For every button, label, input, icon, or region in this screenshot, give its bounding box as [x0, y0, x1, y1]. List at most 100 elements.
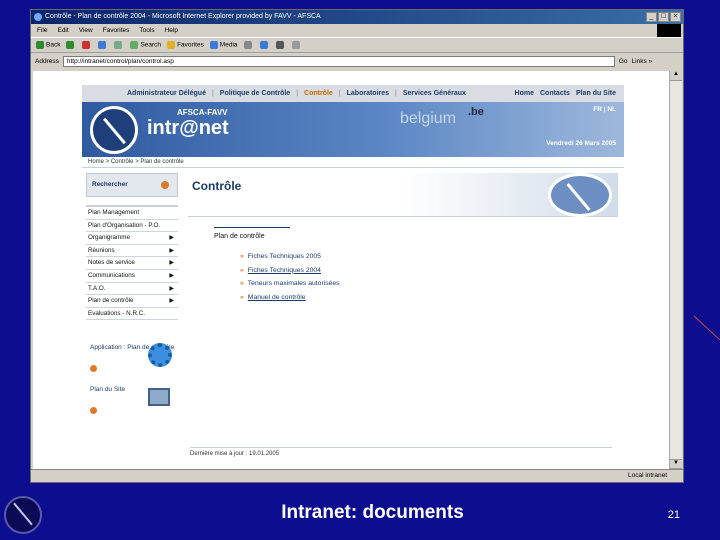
go-bullet-icon — [90, 365, 97, 373]
ie-icon — [34, 13, 42, 21]
bullet-arrow-icon: » — [240, 266, 244, 274]
bullet-arrow-icon: » — [240, 253, 244, 260]
agency-name: AFSCA-FAVV — [177, 108, 228, 117]
scroll-down-icon[interactable]: ▼ — [670, 459, 682, 469]
language-switch[interactable]: FR | NL — [593, 106, 616, 113]
back-button[interactable]: Back — [36, 41, 60, 49]
page-number: 21 — [667, 509, 680, 521]
document-link[interactable]: » Fiches Techniques 2004 — [240, 267, 340, 281]
window-title: Contrôle - Plan de contrôle 2004 - Micro… — [45, 13, 321, 20]
address-input[interactable]: http://intranet/control/plan/control.asp — [62, 55, 615, 67]
windows-logo-icon — [657, 24, 681, 37]
go-bullet-icon — [161, 181, 169, 189]
nav-controle[interactable]: Contrôle — [304, 90, 333, 97]
page-title: Contrôle — [192, 179, 242, 193]
main-header: Contrôle — [188, 173, 618, 217]
current-date: Vendredi 26 Mars 2005 — [546, 140, 616, 147]
nav-politique[interactable]: Politique de Contrôle — [220, 90, 290, 97]
document-link[interactable]: » Fiches Techniques 2005 — [240, 253, 340, 267]
menu-view[interactable]: View — [79, 24, 93, 37]
breadcrumb[interactable]: Home > Contrôle > Plan de contrôle — [82, 157, 624, 168]
search-button[interactable]: Search — [130, 41, 161, 49]
favorites-button[interactable]: Favorites — [167, 41, 204, 49]
document-links: » Fiches Techniques 2005 » Fiches Techniqu… — [240, 253, 340, 307]
menu-tools[interactable]: Tools — [139, 24, 154, 37]
address-label: Address — [35, 57, 59, 65]
document-link[interactable]: » Teneurs maximales autorisées — [240, 280, 340, 294]
left-menu-item[interactable]: Communications ▶ — [86, 270, 178, 283]
bullet-arrow-icon: » — [240, 280, 244, 287]
history-icon[interactable] — [243, 41, 252, 49]
belgium-text: belgium — [400, 110, 457, 127]
intranet-logo: intr@net — [147, 117, 229, 139]
stop-icon[interactable] — [82, 41, 91, 49]
last-updated: Dernière mise à jour : 19.01.2005 — [190, 447, 612, 457]
media-button[interactable]: Media — [209, 41, 238, 49]
site-banner: AFSCA-FAVV intr@net belgium .be FR | NL … — [82, 102, 624, 157]
document-link[interactable]: » Manuel de contrôle — [240, 294, 340, 308]
nav-home[interactable]: Home — [515, 90, 534, 97]
nav-administrateur[interactable]: Administrateur Délégué — [127, 90, 206, 97]
mail-icon[interactable] — [259, 41, 268, 49]
minimize-button[interactable]: _ — [646, 12, 657, 22]
top-nav: Administrateur Délégué | Politique de Con… — [82, 85, 624, 102]
scroll-up-icon[interactable]: ▲ — [670, 71, 682, 81]
go-bullet-icon — [90, 407, 97, 415]
menu-help[interactable]: Help — [165, 24, 178, 37]
back-arrow-icon — [36, 41, 44, 49]
menu-file[interactable]: File — [37, 24, 47, 37]
go-button[interactable]: Go — [619, 58, 628, 65]
left-sidebar: Rechercher Plan Management Plan d'Organi… — [86, 173, 178, 416]
slide-caption: Intranet: documents — [281, 502, 464, 523]
media-icon — [209, 41, 218, 49]
menu-edit[interactable]: Edit — [57, 24, 68, 37]
refresh-icon[interactable] — [98, 41, 107, 49]
be-logo: .be — [468, 106, 484, 118]
left-menu-item[interactable]: Plan Management — [86, 207, 178, 220]
address-bar: Address http://intranet/control/plan/con… — [31, 53, 683, 69]
section-divider — [214, 227, 290, 228]
status-bar: Local intranet — [31, 469, 683, 482]
left-menu-item[interactable]: Notes de service ▶ — [86, 257, 178, 270]
page-viewport: Administrateur Délégué | Politique de Con… — [33, 71, 669, 469]
sitemap-link[interactable]: Plan du Site — [86, 382, 178, 416]
security-zone: Local intranet — [627, 472, 667, 479]
gear-icon — [148, 343, 172, 368]
maximize-button[interactable]: □ — [658, 12, 669, 22]
decorative-line — [693, 315, 720, 340]
favorites-icon — [167, 41, 176, 49]
intranet-page: Administrateur Délégué | Politique de Con… — [82, 85, 624, 469]
toolbar: Back Search Favorites Media — [31, 37, 683, 53]
nav-laboratoires[interactable]: Laboratoires — [347, 90, 389, 97]
vertical-scrollbar[interactable]: ▲ ▼ — [669, 71, 682, 469]
left-menu-item[interactable]: Plan de contrôle ▶ — [86, 295, 178, 308]
menu-favorites[interactable]: Favorites — [103, 24, 130, 37]
left-menu: Plan Management Plan d'Organisation - P.… — [86, 205, 178, 321]
browser-window: Contrôle - Plan de contrôle 2004 - Micro… — [30, 9, 684, 483]
left-menu-item[interactable]: Evaluations - N.R.C. — [86, 308, 178, 321]
left-menu-item[interactable]: T.A.O. ▶ — [86, 283, 178, 296]
emblem-icon — [548, 173, 612, 217]
application-link[interactable]: Application : Plan de contrôle — [86, 340, 178, 374]
section-title: Plan de contrôle — [214, 233, 265, 240]
title-bar: Contrôle - Plan de contrôle 2004 - Micro… — [31, 10, 683, 24]
search-button[interactable]: Rechercher — [86, 173, 178, 197]
left-menu-item[interactable]: Réunions ▶ — [86, 245, 178, 258]
close-button[interactable]: × — [670, 12, 681, 22]
main-content: Contrôle Plan de contrôle » Fiches Techni… — [188, 173, 618, 301]
bullet-arrow-icon: » — [240, 293, 244, 301]
edit-icon[interactable] — [291, 41, 300, 49]
nav-contacts[interactable]: Contacts — [540, 90, 570, 97]
computer-icon — [148, 388, 170, 407]
print-icon[interactable] — [275, 41, 284, 49]
afsca-logo-icon — [90, 106, 138, 154]
links-button[interactable]: Links » — [632, 58, 653, 65]
search-icon — [130, 41, 139, 49]
menu-bar: File Edit View Favorites Tools Help — [31, 24, 683, 37]
nav-services[interactable]: Services Généraux — [403, 90, 466, 97]
forward-arrow-icon[interactable] — [66, 41, 75, 49]
home-icon[interactable] — [114, 41, 123, 49]
left-menu-item[interactable]: Plan d'Organisation - P.O. — [86, 220, 178, 233]
nav-plan-du-site[interactable]: Plan du Site — [576, 90, 616, 97]
left-menu-item[interactable]: Organigramme ▶ — [86, 232, 178, 245]
